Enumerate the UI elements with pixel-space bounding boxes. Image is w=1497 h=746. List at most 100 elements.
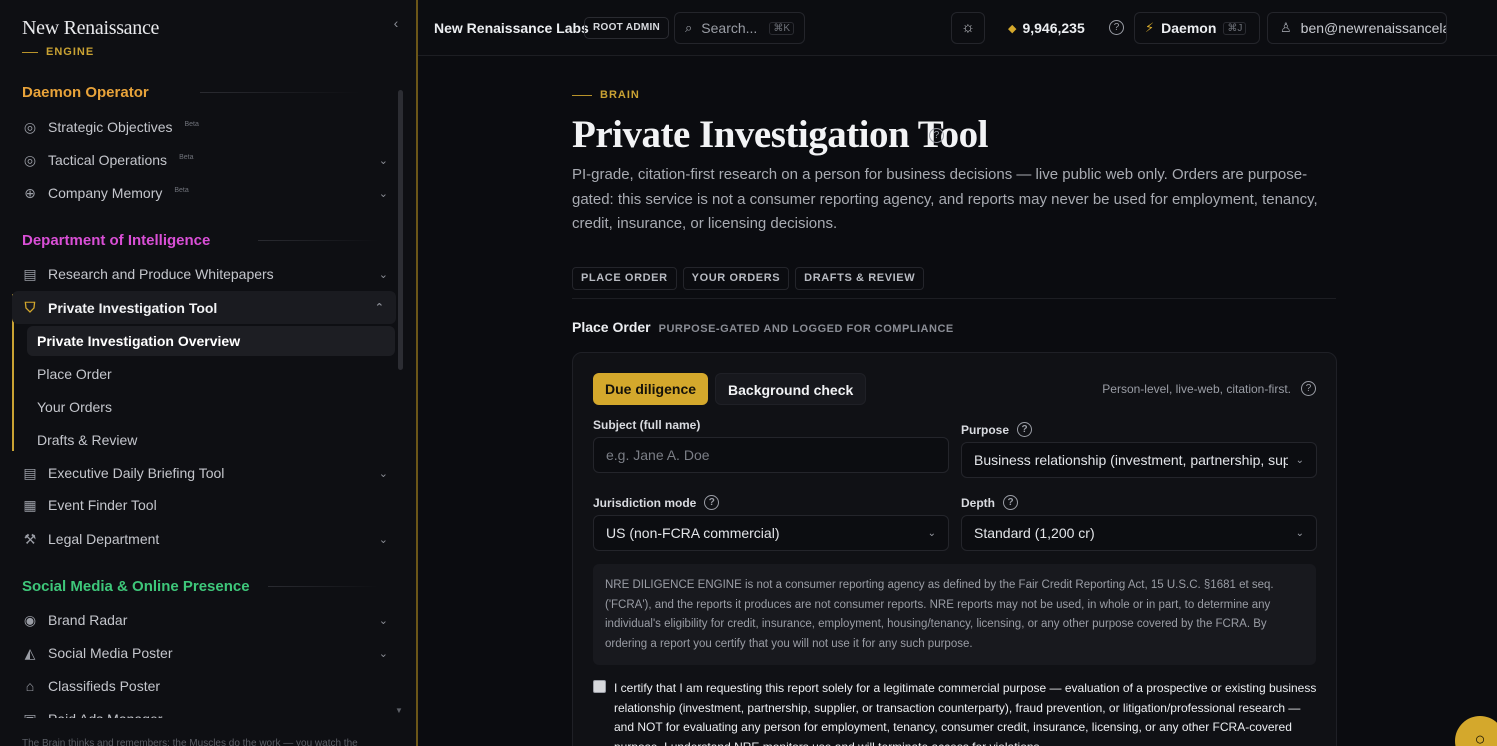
certify-checkbox[interactable] xyxy=(593,680,606,693)
document-icon: ▤ xyxy=(23,464,37,481)
background-check-button[interactable]: Background check xyxy=(715,373,867,405)
section-title-social-media: Social Media & Online Presence xyxy=(22,578,250,595)
ads-icon: ▣ xyxy=(23,710,37,727)
sidebar-item-legal-department[interactable]: ⚒ Legal Department ⌄ xyxy=(22,526,388,552)
sidebar-subitem-place-order[interactable]: Place Order xyxy=(37,366,112,382)
sidebar-item-label: Private Investigation Tool xyxy=(48,299,218,316)
shield-icon: ⛉ xyxy=(24,299,36,315)
depth-label: Depth ? xyxy=(961,495,1018,510)
sidebar-subitem-your-orders[interactable]: Your Orders xyxy=(37,399,112,415)
jurisdiction-value: US (non-FCRA commercial) xyxy=(606,525,780,541)
sidebar-subitem-pi-overview[interactable]: Private Investigation Overview xyxy=(27,326,395,356)
sidebar-item-label: Strategic Objectives xyxy=(48,119,173,135)
sidebar-item-tactical-operations[interactable]: ◎ Tactical Operations Beta ⌄ xyxy=(22,147,388,173)
purpose-value: Business relationship (investment, partn… xyxy=(974,452,1288,468)
target-icon: ◎ xyxy=(23,118,37,135)
help-icon[interactable]: ? xyxy=(1109,20,1124,35)
chevron-down-icon[interactable]: ⌄ xyxy=(379,187,388,200)
sidebar-item-classifieds-poster[interactable]: ⌂ Classifieds Poster xyxy=(22,673,388,699)
theme-toggle-button[interactable]: ☼ xyxy=(951,12,985,44)
jurisdiction-select[interactable]: US (non-FCRA commercial) ⌄ xyxy=(593,515,949,551)
purpose-label-text: Purpose xyxy=(961,422,1010,437)
sidebar-item-executive-briefing[interactable]: ▤ Executive Daily Briefing Tool ⌄ xyxy=(22,460,388,486)
order-form-card: Due diligence Background check Person-le… xyxy=(572,352,1337,746)
brand-logo[interactable]: New Renaissance ENGINE xyxy=(22,17,159,58)
chevron-down-icon[interactable]: ⌄ xyxy=(379,268,388,281)
eyebrow-dash xyxy=(572,94,592,96)
main-content: BRAIN Private Investigation Tool ? PI-gr… xyxy=(418,57,1497,746)
user-menu-button[interactable]: ♙ ben@newrenaissancela... xyxy=(1267,12,1447,44)
daemon-button[interactable]: ⚡ Daemon ⌘J xyxy=(1134,12,1260,44)
help-icon[interactable]: ? xyxy=(1003,495,1018,510)
sidebar-item-research-whitepapers[interactable]: ▤ Research and Produce Whitepapers ⌄ xyxy=(22,261,388,287)
chevron-down-icon[interactable]: ⌄ xyxy=(379,467,388,480)
subject-label-text: Subject (full name) xyxy=(593,418,701,432)
chevron-up-icon[interactable]: ⌃ xyxy=(375,301,384,314)
due-diligence-button[interactable]: Due diligence xyxy=(593,373,709,405)
chevron-down-icon[interactable]: ⌄ xyxy=(379,154,388,167)
chevron-down-icon: ⌄ xyxy=(1295,454,1304,466)
user-email: ben@newrenaissancela... xyxy=(1300,20,1447,36)
chevron-down-icon[interactable]: ⌄ xyxy=(379,533,388,546)
sun-icon: ☼ xyxy=(961,19,975,36)
sidebar-item-brand-radar[interactable]: ◉ Brand Radar ⌄ xyxy=(22,607,388,633)
tabs-divider xyxy=(572,298,1336,299)
collapse-sidebar-button[interactable]: ‹ xyxy=(388,15,404,31)
section-divider xyxy=(200,92,360,93)
chevron-down-icon[interactable]: ⌄ xyxy=(379,614,388,627)
sidebar-item-label: Paid Ads Manager xyxy=(48,711,163,727)
section-divider xyxy=(258,240,378,241)
brand-name: New Renaissance xyxy=(22,17,160,39)
sidebar-item-social-media-poster[interactable]: ◭ Social Media Poster ⌄ xyxy=(22,640,388,666)
sidebar-footer-text: The Brain thinks and remembers; the Musc… xyxy=(22,738,358,746)
purpose-select[interactable]: Business relationship (investment, partn… xyxy=(961,442,1317,478)
user-icon: ♙ xyxy=(1280,20,1292,35)
sidebar-item-label: Social Media Poster xyxy=(48,645,173,661)
sidebar-subitem-drafts-review[interactable]: Drafts & Review xyxy=(37,432,137,448)
depth-select[interactable]: Standard (1,200 cr) ⌄ xyxy=(961,515,1317,551)
sidebar-item-label: Classifieds Poster xyxy=(48,678,161,694)
tab-place-order[interactable]: PLACE ORDER xyxy=(572,267,677,290)
search-input[interactable] xyxy=(701,20,764,36)
section-divider xyxy=(268,586,378,587)
scroll-down-icon[interactable]: ▼ xyxy=(395,706,403,715)
help-icon[interactable]: ? xyxy=(929,128,944,143)
eyebrow-label: BRAIN xyxy=(600,89,640,101)
beta-badge: Beta xyxy=(179,153,194,161)
sidebar-item-strategic-objectives[interactable]: ◎ Strategic Objectives Beta xyxy=(22,114,388,140)
credits-balance[interactable]: ◆ 9,946,235 xyxy=(1008,20,1085,36)
sidebar-item-label: Research and Produce Whitepapers xyxy=(48,266,274,282)
mode-toggle: Due diligence Background check xyxy=(593,373,867,405)
sidebar-scrollbar[interactable] xyxy=(398,90,403,370)
sidebar-item-company-memory[interactable]: ⊕ Company Memory Beta ⌄ xyxy=(22,180,388,206)
store-icon: ⌂ xyxy=(25,678,35,694)
tab-drafts-review[interactable]: DRAFTS & REVIEW xyxy=(795,267,925,290)
tab-your-orders[interactable]: YOUR ORDERS xyxy=(682,267,790,290)
sidebar-item-label: Brand Radar xyxy=(48,612,128,628)
document-icon: ▤ xyxy=(23,265,37,282)
search-box[interactable]: ⌕ ⌘K xyxy=(674,12,805,44)
help-icon[interactable]: ? xyxy=(1017,422,1033,437)
chevron-down-icon: ⌄ xyxy=(927,527,936,539)
section-title: Place Order xyxy=(572,319,651,335)
search-icon: ⌕ xyxy=(685,20,693,35)
calendar-icon: ▦ xyxy=(23,496,37,513)
brand-dash xyxy=(22,51,38,53)
subject-input[interactable] xyxy=(606,447,936,463)
help-icon[interactable]: ? xyxy=(1301,381,1316,396)
org-name[interactable]: New Renaissance Labs xyxy=(434,20,589,36)
beta-badge: Beta xyxy=(174,186,189,194)
help-icon[interactable]: ? xyxy=(704,495,720,510)
chat-icon: ○ xyxy=(1474,729,1486,746)
brand-sub-label: ENGINE xyxy=(46,46,95,58)
brain-icon: ⊕ xyxy=(24,184,36,201)
sidebar-item-paid-ads[interactable]: ▣ Paid Ads Manager xyxy=(22,706,388,727)
chevron-down-icon[interactable]: ⌄ xyxy=(379,647,388,660)
sidebar-item-event-finder[interactable]: ▦ Event Finder Tool xyxy=(22,492,388,518)
diamond-icon: ◆ xyxy=(1008,22,1017,35)
sidebar-item-private-investigation[interactable]: ⛉ Private Investigation Tool ⌃ xyxy=(12,291,396,324)
certify-text: I certify that I am requesting this repo… xyxy=(614,681,1317,746)
subject-field[interactable] xyxy=(593,437,949,473)
beta-badge: Beta xyxy=(184,120,199,128)
subject-label: Subject (full name) xyxy=(593,418,700,432)
